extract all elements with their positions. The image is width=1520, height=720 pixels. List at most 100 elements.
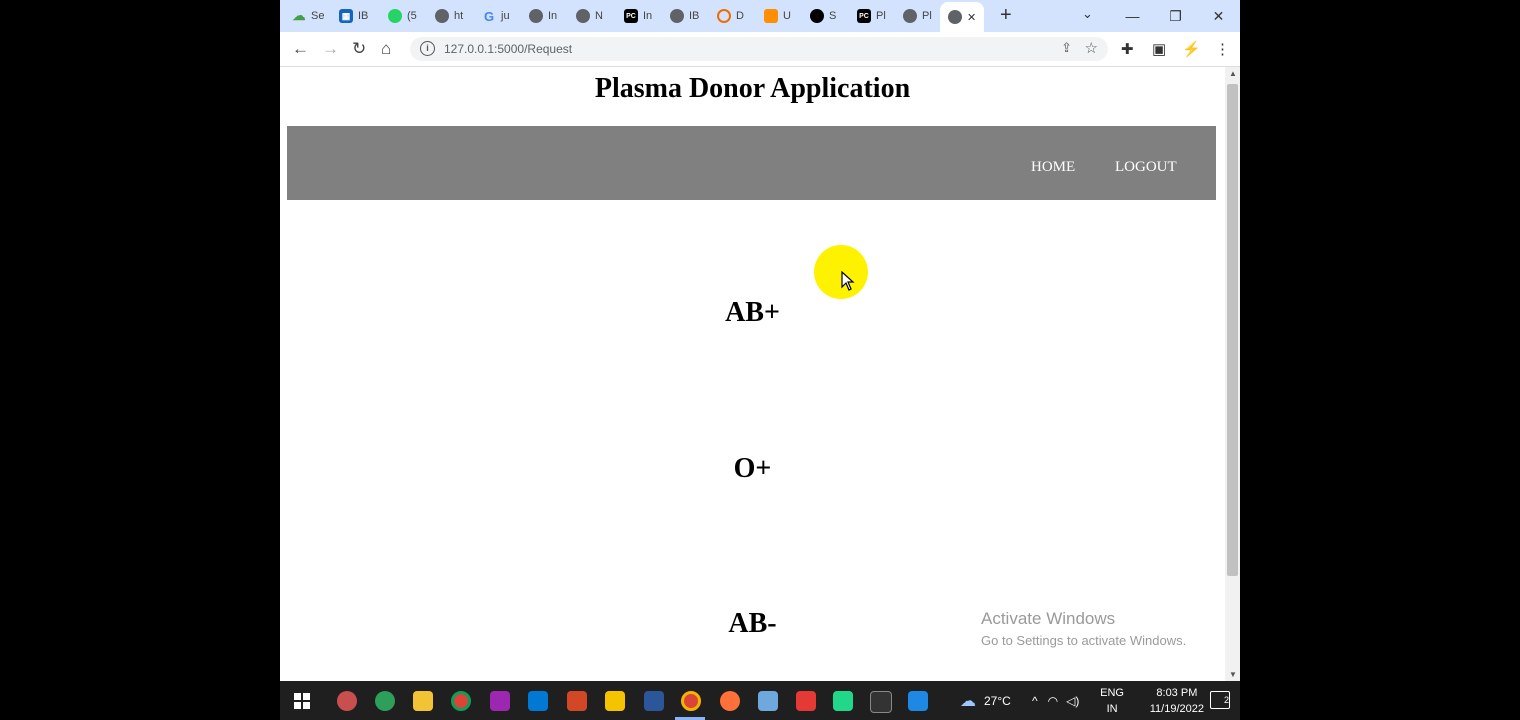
- github-icon: [810, 9, 824, 23]
- new-tab-button[interactable]: +: [1000, 5, 1012, 25]
- tab-active[interactable]: ✕: [940, 2, 985, 32]
- page-content: Plasma Donor Application HOME LOGOUT AB+…: [280, 67, 1225, 681]
- tab-12[interactable]: S: [810, 4, 836, 28]
- tab-2[interactable]: ▦ IB: [339, 4, 368, 28]
- book-icon: [764, 9, 778, 23]
- tray-icons: ^ ◠ ◁): [1032, 681, 1079, 720]
- weather-icon: ☁: [960, 692, 976, 710]
- app-icon-1[interactable]: [337, 691, 357, 711]
- globe-icon: [948, 10, 962, 24]
- cloud-icon: ☁: [292, 8, 306, 23]
- wifi-icon[interactable]: ◠: [1048, 694, 1058, 708]
- tab-5[interactable]: Gju: [482, 4, 510, 28]
- language-code: ENG: [1100, 687, 1124, 699]
- app-icon-5[interactable]: [490, 691, 510, 711]
- globe-icon: [529, 9, 543, 23]
- side-panel-icon[interactable]: ▣: [1152, 40, 1166, 58]
- chrome-active-icon[interactable]: [681, 691, 701, 711]
- minimize-button[interactable]: —: [1111, 8, 1154, 24]
- pycharm-icon[interactable]: [833, 691, 853, 711]
- tab-1[interactable]: ☁ Se: [292, 4, 325, 28]
- blood-type-o-positive[interactable]: O+: [280, 453, 1225, 485]
- app-icon-2[interactable]: [375, 691, 395, 711]
- pycharm-icon: PC: [857, 9, 871, 23]
- loading-icon: [717, 9, 731, 23]
- tab-10[interactable]: D: [717, 4, 744, 28]
- windows-taskbar: ☁ 27°C ^ ◠ ◁) ENG IN 8:03 PM 11/19/2022 …: [280, 681, 1240, 720]
- tab-9[interactable]: IB: [670, 4, 699, 28]
- chevron-up-icon[interactable]: ^: [1032, 694, 1038, 708]
- clock-date: 11/19/2022: [1149, 703, 1204, 715]
- mouse-cursor-icon: [841, 271, 855, 291]
- app-icon-8[interactable]: [605, 691, 625, 711]
- bookmark-star-icon[interactable]: ☆: [1085, 39, 1098, 57]
- url-text[interactable]: 127.0.0.1:5000/Request: [444, 42, 572, 56]
- tab-7[interactable]: N: [576, 4, 603, 28]
- info-icon[interactable]: i: [420, 41, 435, 56]
- volume-icon[interactable]: ◁): [1066, 694, 1079, 708]
- globe-icon: [435, 9, 449, 23]
- menu-icon[interactable]: ⋮: [1215, 40, 1230, 58]
- app-icon-12[interactable]: [758, 691, 778, 711]
- scroll-up-icon[interactable]: ▲: [1229, 69, 1237, 78]
- reload-icon[interactable]: ↻: [352, 39, 366, 59]
- firefox-icon[interactable]: [720, 691, 740, 711]
- word-icon[interactable]: [644, 691, 664, 711]
- google-icon: G: [483, 8, 495, 24]
- extension-icon[interactable]: ⚡: [1182, 40, 1201, 58]
- windows-start-icon[interactable]: [294, 693, 310, 709]
- globe-icon: [903, 9, 917, 23]
- app-icon-17[interactable]: [908, 691, 928, 711]
- scrollbar-thumb[interactable]: [1227, 84, 1238, 576]
- snipping-tool-icon[interactable]: [796, 691, 816, 711]
- pycharm-icon: PC: [624, 9, 638, 23]
- tab-6[interactable]: In: [529, 4, 557, 28]
- tab-11[interactable]: U: [764, 4, 791, 28]
- clock-time: 8:03 PM: [1156, 687, 1198, 699]
- region-code: IN: [1106, 703, 1118, 715]
- nav-home-link[interactable]: HOME: [1031, 159, 1075, 176]
- tab-3[interactable]: (5: [388, 4, 417, 28]
- extensions-icon[interactable]: ✚: [1121, 40, 1134, 58]
- tab-8[interactable]: PC In: [624, 4, 652, 28]
- restore-button[interactable]: ❐: [1154, 8, 1197, 25]
- window-controls: — ❐ ✕: [1111, 0, 1240, 32]
- home-icon[interactable]: ⌂: [381, 39, 391, 59]
- tab-strip: ☁ Se ▦ IB (5 ht Gju In N PC In IB D U S PC P…: [280, 0, 1240, 32]
- weather-widget[interactable]: ☁ 27°C: [960, 681, 1011, 720]
- activate-windows-watermark: Activate Windows Go to Settings to activ…: [981, 609, 1186, 648]
- browser-toolbar: ← → ↻ ⌂ i 127.0.0.1:5000/Request ⇪ ☆ ✚ ▣…: [280, 32, 1240, 67]
- input-language[interactable]: ENG IN: [1100, 685, 1124, 717]
- scroll-down-icon[interactable]: ▼: [1229, 670, 1237, 679]
- blood-type-ab-positive[interactable]: AB+: [280, 297, 1225, 329]
- powerpoint-icon[interactable]: [567, 691, 587, 711]
- globe-icon: [576, 9, 590, 23]
- forward-icon[interactable]: →: [322, 39, 339, 59]
- whatsapp-icon: [388, 9, 402, 23]
- nav-logout-link[interactable]: LOGOUT: [1115, 159, 1177, 176]
- address-bar[interactable]: i 127.0.0.1:5000/Request ⇪ ☆: [410, 37, 1108, 61]
- close-tab-icon[interactable]: ✕: [967, 11, 976, 24]
- notification-count: 2: [1223, 695, 1229, 705]
- tab-13[interactable]: PC Pl: [857, 4, 886, 28]
- grid-icon: ▦: [339, 9, 353, 23]
- weather-temperature: 27°C: [984, 693, 1011, 708]
- globe-icon: [670, 9, 684, 23]
- nav-bar: HOME LOGOUT: [287, 126, 1216, 200]
- page-scrollbar[interactable]: ▲ ▼: [1225, 67, 1240, 681]
- chrome-icon[interactable]: [451, 691, 471, 711]
- system-clock[interactable]: 8:03 PM 11/19/2022: [1150, 685, 1204, 717]
- watermark-line-1: Activate Windows: [981, 609, 1116, 628]
- terminal-icon[interactable]: [870, 691, 892, 713]
- tab-4[interactable]: ht: [435, 4, 463, 28]
- file-explorer-icon[interactable]: [413, 691, 433, 711]
- chevron-down-icon[interactable]: ⌄: [1082, 6, 1093, 22]
- vscode-icon[interactable]: [528, 691, 548, 711]
- watermark-line-2: Go to Settings to activate Windows.: [981, 633, 1187, 648]
- page-title: Plasma Donor Application: [594, 73, 911, 104]
- tab-14[interactable]: Pl: [903, 4, 932, 28]
- close-button[interactable]: ✕: [1197, 8, 1240, 25]
- notification-icon[interactable]: 2: [1210, 691, 1230, 709]
- back-icon[interactable]: ←: [292, 39, 309, 59]
- share-icon[interactable]: ⇪: [1061, 40, 1072, 56]
